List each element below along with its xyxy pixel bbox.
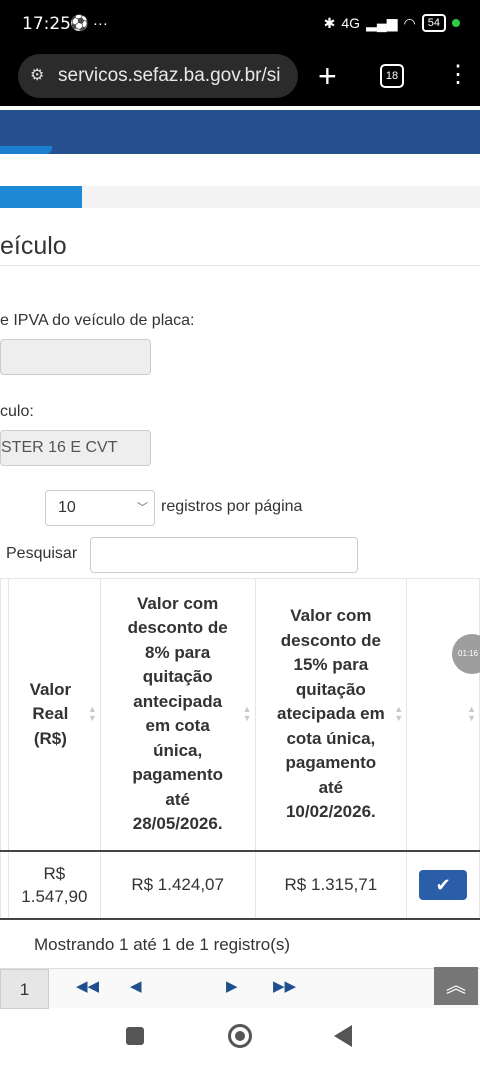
model-label: culo: [0,403,34,420]
table-cell-desconto-15: R$ 1.315,71 [254,850,408,919]
column-header-hidden [0,578,9,851]
table-cell-hidden [0,850,9,919]
battery-icon: 54 [421,14,446,32]
tab-switcher-button[interactable]: 18 [380,64,404,88]
table-info: Mostrando 1 até 1 de 1 registro(s) [34,935,291,954]
column-header-select[interactable]: ▲ ▼ [406,578,480,851]
back-icon[interactable] [334,1025,352,1047]
address-bar[interactable]: ⚙ servicos.sefaz.ba.gov.br/si [18,54,298,98]
column-header-desconto-8[interactable]: Valor com desconto de 8% para quitação a… [99,578,256,851]
wifi-icon: ◠ [403,14,416,31]
page-size-select[interactable]: 10 ﹀ [45,490,155,526]
site-header-bar [0,110,480,154]
clock: 17:25 [22,14,71,34]
column-header-label: Valor Real (R$) [29,679,72,748]
notification-icons: ⚽ ··· [70,15,108,32]
column-header-valor-real[interactable]: Valor Real (R$) ▲ ▼ [7,578,101,851]
search-label: Pesquisar [6,545,78,562]
privacy-dot-icon [452,19,460,27]
table-row: R$ 1.547,90 R$ 1.424,07 R$ 1.315,71 ✔ [0,850,480,919]
table-cell-select: ✔ [406,850,480,919]
page-button-current[interactable]: 1 [0,969,49,1009]
title-divider [0,265,480,266]
column-header-label: Valor com desconto de 15% para quitação … [276,606,385,821]
chevron-down-icon: ﹀ [137,502,148,514]
wizard-progress-bar [0,186,480,208]
page-size-value: 10 [58,499,76,516]
ipva-values-table: Valor Real (R$) ▲ ▼ Valor com desconto de… [0,578,480,920]
android-nav-bar [0,1010,480,1066]
sort-icon: ▲ ▼ [394,704,404,724]
system-icons: ✱ 4G ▂▄▆ ◠ 54 [324,14,460,32]
check-icon: ✔ [435,874,451,895]
browser-toolbar: ⚙ servicos.sefaz.ba.gov.br/si [0,50,480,106]
model-field: STER 16 E CVT [0,430,151,466]
double-chevron-up-icon: ︽ [446,975,466,997]
site-settings-icon[interactable]: ⚙ [30,54,44,98]
table-cell-desconto-8: R$ 1.424,07 [99,850,256,919]
signal-icon: ▂▄▆ [366,14,398,31]
header-menu-tab[interactable] [0,146,52,154]
table-cell-valor-real: R$ 1.547,90 [7,850,101,919]
pagination: ◀◀ ◀ 1 ▶ ▶▶ [0,968,480,1009]
first-page-icon[interactable]: ◀◀ [76,977,99,995]
new-tab-plus-icon[interactable]: + [318,56,337,96]
page-size-suffix: registros por página [161,498,303,515]
home-icon[interactable] [228,1024,252,1048]
search-input[interactable] [90,537,358,573]
previous-page-icon[interactable]: ◀ [130,977,142,995]
column-header-label: Valor com desconto de 8% para quitação a… [127,593,228,834]
more-menu-icon[interactable]: ⋮ [446,60,470,90]
next-page-icon[interactable]: ▶ [226,977,238,995]
column-header-desconto-15[interactable]: Valor com desconto de 15% para quitação … [254,578,408,851]
network-type: 4G [341,15,361,31]
url-text: servicos.sefaz.ba.gov.br/si [58,65,281,86]
wizard-progress-fill [0,186,82,208]
select-option-button[interactable]: ✔ [419,869,468,900]
status-bar: 17:25 ⚽ ··· ✱ 4G ▂▄▆ ◠ 54 [0,0,480,50]
plate-label: e IPVA do veículo de placa: [0,312,195,329]
scroll-to-top-button[interactable]: ︽ [434,967,478,1005]
bluetooth-icon: ✱ [323,14,336,31]
plate-field [0,339,151,375]
last-page-icon[interactable]: ▶▶ [273,977,296,995]
sort-icon: ▲ ▼ [87,704,97,724]
sort-icon: ▲ ▼ [467,704,476,724]
sort-icon: ▲ ▼ [242,704,252,724]
section-title: eículo [0,232,67,260]
recents-icon[interactable] [126,1027,144,1045]
